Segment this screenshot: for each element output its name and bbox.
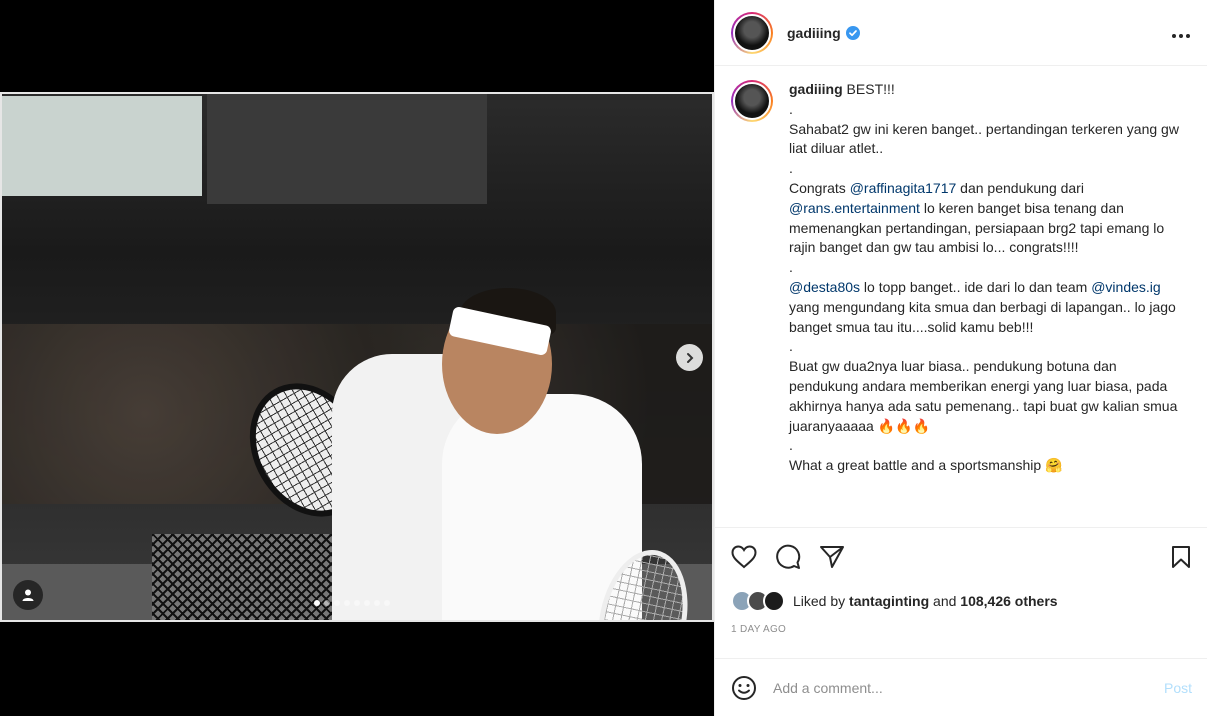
background-scoreboard: [207, 94, 487, 204]
caption-text: gadiiing BEST!!!. Sahabat2 gw ini keren b…: [789, 80, 1179, 526]
emoji-button[interactable]: [731, 675, 757, 701]
post-header: gadiiing: [715, 0, 1207, 66]
author-username[interactable]: gadiiing: [787, 25, 860, 41]
caption-avatar-image: [733, 82, 771, 120]
liked-by-prefix: Liked by: [793, 593, 850, 609]
caption-line: What a great battle and a sportsmanship …: [789, 456, 1179, 476]
mention-link[interactable]: @vindes.ig: [1091, 279, 1160, 295]
caption-line: @desta80s lo topp banget.. ide dari lo d…: [789, 278, 1179, 337]
mention-link[interactable]: @raffinagita1717: [850, 180, 957, 196]
action-icons: [731, 528, 1192, 586]
likes-others[interactable]: 108,426 others: [960, 593, 1057, 609]
caption-avatar[interactable]: [731, 80, 773, 526]
media-pane: [0, 0, 714, 716]
caption-text-segment: .: [789, 160, 793, 177]
carousel-indicator: [314, 600, 390, 606]
liker-avatars: [731, 590, 785, 612]
caption-line: .: [789, 100, 1179, 120]
mention-link[interactable]: @desta80s: [789, 279, 860, 295]
caption-line: .: [789, 436, 1179, 456]
like-button[interactable]: [731, 545, 757, 569]
caption-text-segment: BEST!!!: [842, 81, 895, 97]
carousel-dot: [344, 600, 350, 606]
likes-summary[interactable]: Liked by tantaginting and 108,426 others: [731, 587, 1192, 615]
more-horizontal-icon: [1172, 33, 1190, 38]
action-bar: Liked by tantaginting and 108,426 others…: [715, 527, 1207, 635]
caption-line: .: [789, 337, 1179, 357]
carousel-dot: [364, 600, 370, 606]
caption-line: .: [789, 258, 1179, 278]
caption-text-segment: What a great battle and a sportsmanship …: [789, 457, 1063, 474]
caption-text-segment: Congrats: [789, 179, 850, 196]
chevron-right-icon: [686, 352, 693, 363]
caption-text-segment: .: [789, 338, 793, 355]
post-details-panel: gadiiing gadiiing BEST!!!. Sahabat2 gw in…: [714, 0, 1207, 716]
verified-badge-icon: [845, 25, 860, 40]
caption-line: gadiiing BEST!!!: [789, 80, 1179, 100]
caption-text-segment: .: [789, 437, 793, 454]
liked-by-suffix: and: [929, 593, 961, 609]
mention-link[interactable]: @rans.entertainment: [789, 200, 920, 216]
instagram-post-view: gadiiing gadiiing BEST!!!. Sahabat2 gw in…: [0, 0, 1207, 716]
bookmark-icon: [1172, 546, 1190, 568]
tagged-users-button[interactable]: [13, 580, 43, 610]
caption-line: .: [789, 159, 1179, 179]
caption-text-segment: lo topp banget.. ide dari lo dan team: [860, 278, 1092, 295]
caption-username[interactable]: gadiiing: [789, 81, 843, 97]
caption-text-segment: .: [789, 100, 793, 117]
carousel-dot: [354, 600, 360, 606]
caption-line: Buat gw dua2nya luar biasa.. pendukung b…: [789, 357, 1179, 436]
carousel-dot: [374, 600, 380, 606]
comment-button[interactable]: [775, 544, 801, 570]
post-comment-button[interactable]: Post: [1164, 680, 1192, 696]
comment-icon: [776, 544, 801, 569]
carousel-dot: [324, 600, 330, 606]
post-photo[interactable]: [0, 92, 714, 622]
comment-input[interactable]: [773, 679, 1133, 696]
carousel-dot: [384, 600, 390, 606]
caption-text-segment: .: [789, 259, 793, 276]
tennis-net: [152, 534, 342, 620]
more-options-button[interactable]: [1171, 23, 1191, 43]
carousel-next-button[interactable]: [676, 344, 703, 371]
user-icon: [22, 589, 34, 601]
background-banner: [2, 96, 202, 196]
caption-text-segment: Buat gw dua2nya luar biasa.. pendukung b…: [789, 358, 1182, 434]
caption-text-segment: dan pendukung dari: [956, 179, 1088, 196]
caption-line: Congrats @raffinagita1717 dan pendukung …: [789, 179, 1179, 258]
post-timestamp[interactable]: 1 DAY AGO: [731, 624, 1192, 635]
smiley-icon: [732, 675, 756, 700]
save-button[interactable]: [1170, 545, 1192, 569]
share-button[interactable]: [819, 545, 845, 569]
avatar-image: [733, 13, 771, 52]
caption-line: Sahabat2 gw ini keren banget.. pertandin…: [789, 120, 1179, 160]
likes-text: Liked by tantaginting and 108,426 others: [793, 593, 1058, 609]
liker-avatar: [763, 590, 785, 612]
author-avatar[interactable]: [731, 11, 773, 54]
comment-bar: Post: [715, 658, 1207, 716]
author-username-text[interactable]: gadiiing: [787, 25, 841, 41]
send-icon: [820, 546, 844, 568]
caption-area: gadiiing BEST!!!. Sahabat2 gw ini keren b…: [715, 66, 1207, 526]
heart-icon: [731, 545, 757, 569]
carousel-dot: [314, 600, 320, 606]
carousel-dot: [334, 600, 340, 606]
caption-text-segment: Sahabat2 gw ini keren banget.. pertandin…: [789, 120, 1183, 157]
liked-by-user[interactable]: tantaginting: [849, 593, 929, 609]
